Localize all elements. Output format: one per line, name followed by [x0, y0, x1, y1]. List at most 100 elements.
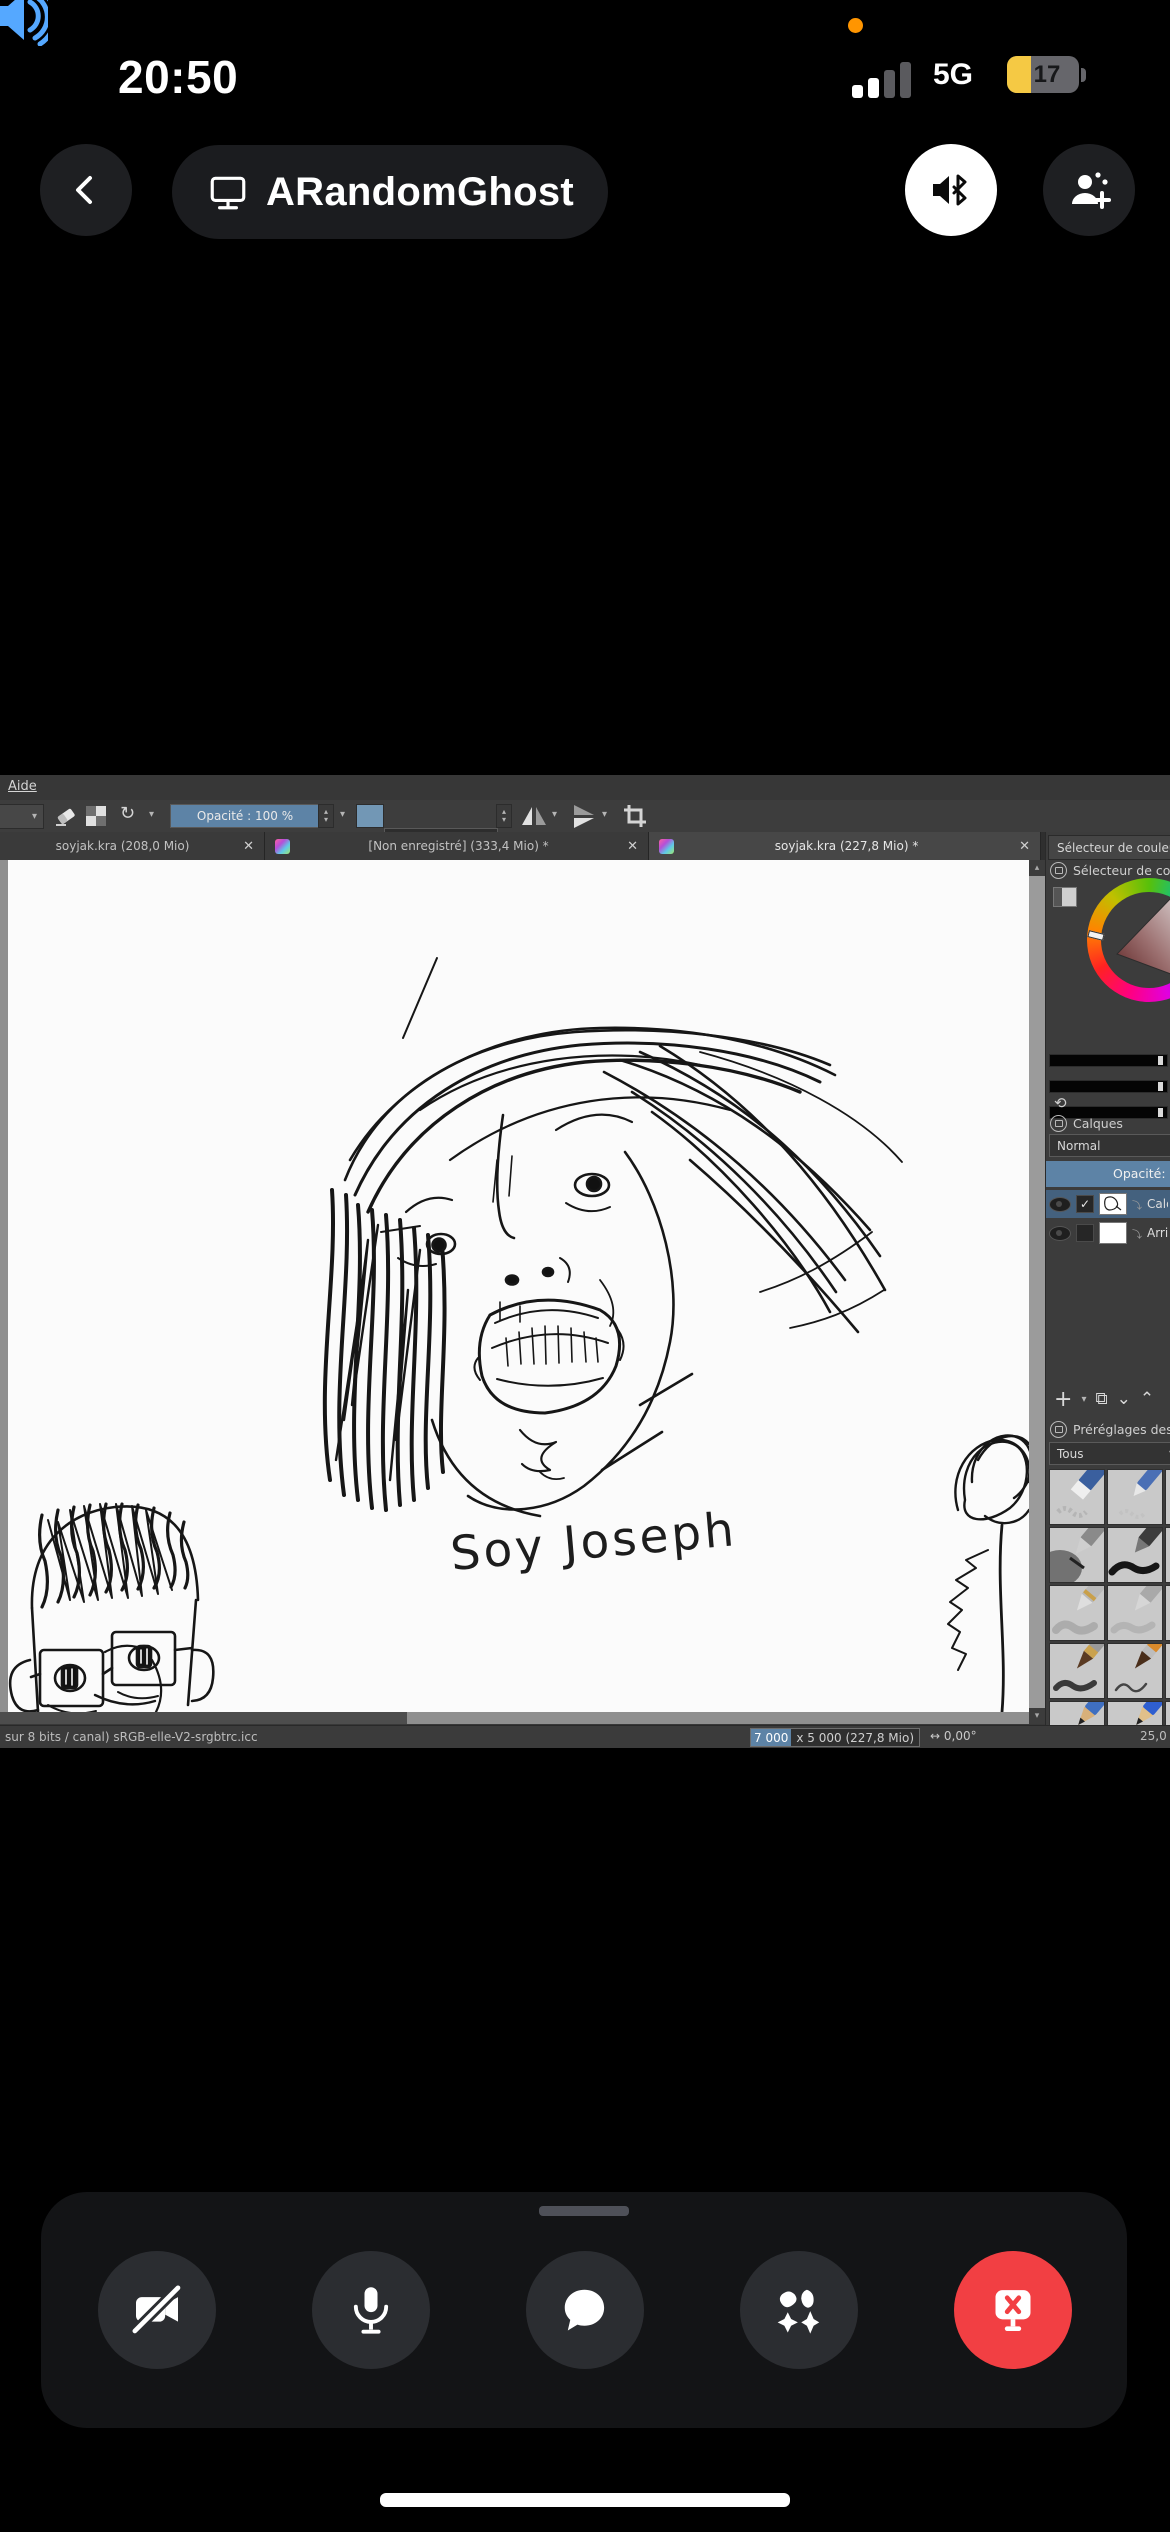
canvas-horizontal-scrollbar[interactable] — [0, 1712, 1029, 1724]
opacity-slider[interactable]: Opacité : 100 % — [170, 804, 320, 828]
stream-title: ARandomGhost — [266, 169, 575, 214]
inherit-alpha-icon[interactable]: ⤵ — [1132, 1226, 1142, 1241]
brush-preset-thumbnail[interactable] — [1049, 1527, 1105, 1583]
screenshare-stop-icon — [995, 2290, 1031, 2331]
mirror-v-dropdown-arrow[interactable]: ▾ — [602, 809, 607, 820]
docker-lock-icon[interactable] — [1050, 1114, 1067, 1132]
call-controls-sheet — [41, 2192, 1127, 2428]
brush-preset-thumbnail[interactable] — [1107, 1585, 1163, 1641]
brush-preset-thumbnail[interactable] — [1049, 1643, 1105, 1699]
tab-soyjak-2-active[interactable]: soyjak.kra (227,8 Mio) * ✕ — [649, 832, 1041, 860]
inherit-alpha-icon[interactable]: ⤵ — [1132, 1197, 1142, 1212]
color-selector-docker-tab[interactable]: Sélecteur de couleurs avancé — [1048, 835, 1170, 860]
camera-off-icon — [131, 2284, 182, 2335]
rotation-angle[interactable]: ↔ 0,00° — [930, 1729, 977, 1743]
dimension-selected: 7 000 — [751, 1729, 792, 1746]
brush-preset-thumbnail[interactable] — [1107, 1643, 1163, 1699]
tab-soyjak-1[interactable]: soyjak.kra (208,0 Mio) ✕ — [0, 832, 265, 860]
brush-preset-thumbnail[interactable] — [1107, 1701, 1163, 1725]
layer-name: Calque de peinture 1 — [1147, 1197, 1168, 1211]
color-display-settings-icon[interactable] — [1053, 887, 1077, 907]
layer-checkbox[interactable] — [1076, 1224, 1094, 1242]
canvas-vertical-scrollbar[interactable]: ▴ ▾ — [1029, 860, 1045, 1724]
duplicate-layer-button[interactable]: ⧉ — [1095, 1389, 1107, 1409]
close-icon[interactable]: ✕ — [243, 839, 254, 854]
tool-option-dropdown[interactable]: ▾ — [0, 804, 44, 829]
crop-icon[interactable] — [622, 803, 648, 829]
chevron-left-icon — [76, 176, 92, 204]
preset-filter-dropdown[interactable]: Tous ▾ — [1049, 1442, 1170, 1465]
move-layer-up-button[interactable]: ⌃ — [1140, 1389, 1154, 1409]
krita-menubar: Aide — [0, 775, 1170, 800]
krita-doc-icon — [275, 838, 290, 854]
add-participant-button[interactable] — [1043, 144, 1135, 236]
soyjak-drawing: Soy Joseph — [8, 957, 1029, 1712]
colorspace-label: sur 8 bits / canal) sRGB-elle-V2-srgbtrc… — [5, 1730, 258, 1744]
foreground-color-swatch[interactable] — [356, 804, 384, 828]
audio-broadcast-icon — [0, 0, 58, 51]
zoom-level[interactable]: 25,0 % — [1140, 1729, 1170, 1743]
chat-bubble-icon — [564, 2289, 605, 2331]
brush-preset-thumbnail[interactable] — [1049, 1701, 1105, 1725]
scroll-down-arrow[interactable]: ▾ — [1029, 1708, 1045, 1724]
close-icon[interactable]: ✕ — [1019, 839, 1030, 854]
krita-statusbar: sur 8 bits / canal) sRGB-elle-V2-srgbtrc… — [0, 1725, 1170, 1748]
brush-presets-docker-header[interactable]: Préréglages des brosses — [1050, 1420, 1170, 1438]
eraser-mode-icon[interactable] — [52, 804, 80, 828]
network-type-label: 5G — [933, 58, 974, 91]
opacity-spinner[interactable]: ▴ ▾ — [318, 804, 334, 828]
mirror-h-dropdown-arrow[interactable]: ▾ — [552, 809, 557, 820]
layer-visible-icon[interactable] — [1049, 1196, 1071, 1212]
layer-opacity-slider[interactable]: Opacité: 100 % — [1046, 1161, 1170, 1187]
brush-preset-thumbnail[interactable] — [1107, 1527, 1163, 1583]
move-layer-down-button[interactable]: ⌄ — [1117, 1389, 1131, 1409]
camera-toggle-button[interactable] — [98, 2251, 216, 2369]
layers-docker-header[interactable]: Calques — [1050, 1114, 1170, 1132]
add-layer-dropdown-arrow[interactable]: ▾ — [1081, 1394, 1086, 1405]
drawing-canvas[interactable]: Soy Joseph — [0, 860, 1029, 1712]
reload-dropdown-arrow[interactable]: ▾ — [149, 809, 154, 820]
color-reset-icon[interactable]: ⟲ — [1054, 1094, 1067, 1112]
docker-lock-icon[interactable] — [1050, 861, 1067, 879]
add-layer-button[interactable]: + — [1054, 1387, 1072, 1412]
microphone-icon — [353, 2287, 389, 2334]
sheet-drag-handle[interactable] — [539, 2206, 629, 2216]
stop-streaming-button[interactable] — [954, 2251, 1072, 2369]
scroll-up-arrow[interactable]: ▴ — [1029, 860, 1045, 876]
mirror-vertical-icon[interactable] — [570, 803, 598, 829]
audio-output-button[interactable] — [905, 144, 997, 236]
hscroll-thumb[interactable] — [407, 1712, 1029, 1724]
back-button[interactable] — [40, 144, 132, 236]
color-slider-2[interactable] — [1049, 1080, 1168, 1093]
size-spinner[interactable]: ▴ ▾ — [496, 804, 512, 828]
mirror-horizontal-icon[interactable] — [520, 803, 548, 829]
stream-title-pill[interactable]: ARandomGhost — [172, 145, 609, 239]
brush-preset-thumbnail[interactable] — [1107, 1469, 1163, 1525]
brush-preset-thumbnail[interactable] — [1049, 1469, 1105, 1525]
tab-unsaved[interactable]: [Non enregistré] (333,4 Mio) * ✕ — [265, 832, 649, 860]
reload-preset-icon[interactable]: ↻ — [120, 803, 135, 824]
close-icon[interactable]: ✕ — [627, 839, 638, 854]
layer-thumbnail — [1099, 1193, 1127, 1215]
battery-percent: 17 — [1033, 60, 1061, 88]
microphone-button[interactable] — [312, 2251, 430, 2369]
menu-aide[interactable]: Aide — [8, 779, 37, 794]
layer-row-background[interactable]: ⤵ Arrière-plan — [1046, 1219, 1170, 1247]
canvas-dimensions[interactable]: 7 000 x 5 000 (227,8 Mio) — [750, 1728, 921, 1747]
battery-icon: 17 — [1007, 56, 1086, 93]
layer-checkbox[interactable]: ✓ — [1076, 1195, 1094, 1213]
color-slider-1[interactable] — [1049, 1054, 1168, 1067]
activity-shapes-icon — [777, 2289, 820, 2334]
activities-button[interactable] — [740, 2251, 858, 2369]
layer-row-paint[interactable]: ✓ ⤵ Calque de peinture 1 — [1046, 1190, 1170, 1218]
docker-lock-icon[interactable] — [1050, 1420, 1067, 1438]
preserve-alpha-icon[interactable] — [86, 806, 106, 826]
home-indicator[interactable] — [380, 2493, 790, 2507]
brush-preset-thumbnail[interactable] — [1049, 1585, 1105, 1641]
saturation-triangle[interactable] — [1101, 892, 1170, 988]
blend-mode-dropdown[interactable]: Normal — [1049, 1134, 1170, 1157]
opacity-dropdown-arrow[interactable]: ▾ — [340, 809, 345, 820]
layer-visible-icon[interactable] — [1049, 1225, 1071, 1241]
chat-button[interactable] — [526, 2251, 644, 2369]
mic-active-dot — [848, 18, 863, 33]
